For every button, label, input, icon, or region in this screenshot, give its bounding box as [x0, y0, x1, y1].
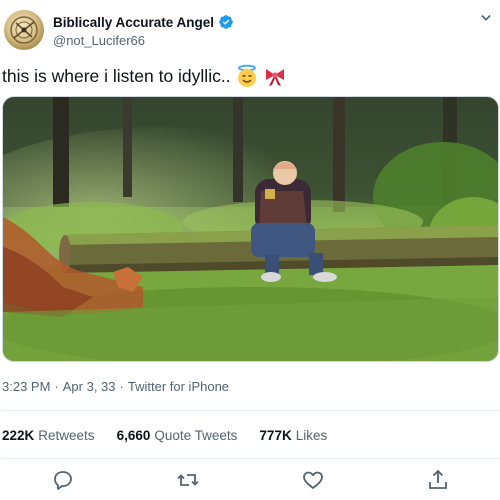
like-icon[interactable] — [301, 468, 325, 492]
smiling-face-with-halo-icon — [237, 64, 256, 87]
more-options-icon[interactable] — [476, 8, 496, 28]
quote-tweets-stat[interactable]: 6,660 Quote Tweets — [117, 428, 238, 443]
verified-badge-icon — [219, 15, 233, 29]
avatar[interactable] — [4, 10, 44, 50]
retweets-stat[interactable]: 222K Retweets — [2, 428, 95, 443]
meta-separator: · — [119, 379, 124, 394]
retweets-label: Retweets — [38, 427, 95, 443]
forest-photo — [3, 97, 498, 361]
tweet-text-row: this is where i listen to idyllic.. — [2, 64, 287, 88]
share-icon[interactable] — [426, 468, 450, 492]
avatar-emblem-icon — [10, 16, 38, 44]
tweet-header: Biblically Accurate Angel @not_Lucifer66 — [0, 0, 500, 60]
quote-tweets-label: Quote Tweets — [154, 427, 238, 443]
reply-icon[interactable] — [51, 468, 75, 492]
likes-label: Likes — [295, 427, 328, 443]
tweet-time[interactable]: 3:23 PM — [2, 379, 50, 394]
handle[interactable]: @not_Lucifer66 — [53, 33, 145, 48]
meta-separator: · — [54, 379, 59, 394]
likes-count: 777K — [259, 427, 292, 443]
tweet-date[interactable]: Apr 3, 33 — [63, 379, 116, 394]
divider — [2, 458, 499, 459]
tweet-text: this is where i listen to idyllic.. — [2, 65, 231, 86]
retweet-icon[interactable] — [176, 468, 200, 492]
ribbon-icon — [265, 69, 284, 86]
divider — [2, 410, 499, 411]
quote-tweets-count: 6,660 — [116, 427, 151, 443]
retweets-count: 222K — [2, 427, 35, 443]
tweet-photo[interactable] — [2, 96, 499, 362]
likes-stat[interactable]: 777K Likes — [259, 428, 327, 443]
name-row: Biblically Accurate Angel — [53, 12, 234, 32]
tweet-source[interactable]: Twitter for iPhone — [128, 379, 229, 394]
tweet-actions — [0, 466, 500, 494]
display-name[interactable]: Biblically Accurate Angel — [53, 15, 214, 30]
tweet-meta: 3:23 PM · Apr 3, 33 · Twitter for iPhone — [2, 379, 229, 394]
tweet-stats: 222K Retweets 6,660 Quote Tweets 777K Li… — [2, 425, 349, 445]
